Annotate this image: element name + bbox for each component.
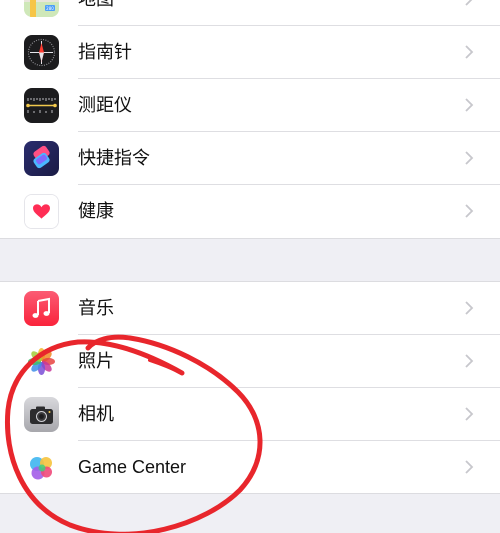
settings-row-game-center[interactable]: Game Center <box>0 441 500 494</box>
chevron-right-icon <box>462 458 476 476</box>
settings-row-label: 快捷指令 <box>78 148 150 168</box>
settings-row-label: 照片 <box>78 351 114 371</box>
settings-row-label: 地图 <box>78 0 114 11</box>
settings-row-label: 测距仪 <box>78 95 132 115</box>
settings-row-measure[interactable]: 测距仪 <box>0 79 500 132</box>
chevron-right-icon <box>462 405 476 423</box>
maps-icon: 280 <box>24 0 59 17</box>
photos-icon <box>24 344 59 379</box>
chevron-right-icon <box>462 0 476 8</box>
music-icon <box>24 291 59 326</box>
settings-row-label: 音乐 <box>78 298 114 318</box>
settings-group-apps-1: 280 地图 指南针 <box>0 0 500 239</box>
measure-icon <box>24 88 59 123</box>
settings-row-photos[interactable]: 照片 <box>0 335 500 388</box>
game-center-icon <box>24 450 59 485</box>
chevron-right-icon <box>462 352 476 370</box>
svg-text:280: 280 <box>46 6 54 11</box>
settings-group-apps-2: 音乐 照片 相机 Game Center <box>0 282 500 493</box>
settings-row-shortcuts[interactable]: 快捷指令 <box>0 132 500 185</box>
settings-row-label: 健康 <box>78 201 114 221</box>
camera-icon <box>24 397 59 432</box>
chevron-right-icon <box>462 96 476 114</box>
settings-row-maps[interactable]: 280 地图 <box>0 0 500 26</box>
settings-row-health[interactable]: 健康 <box>0 185 500 238</box>
settings-row-label: 相机 <box>78 404 114 424</box>
settings-row-music[interactable]: 音乐 <box>0 282 500 335</box>
settings-row-label: 指南针 <box>78 42 132 62</box>
settings-row-label: Game Center <box>78 457 187 477</box>
chevron-right-icon <box>462 43 476 61</box>
chevron-right-icon <box>462 299 476 317</box>
group-divider <box>0 493 500 494</box>
health-icon <box>24 194 59 229</box>
settings-row-compass[interactable]: 指南针 <box>0 26 500 79</box>
shortcuts-icon <box>24 141 59 176</box>
compass-icon <box>24 35 59 70</box>
chevron-right-icon <box>462 202 476 220</box>
settings-row-camera[interactable]: 相机 <box>0 388 500 441</box>
group-divider <box>0 238 500 239</box>
chevron-right-icon <box>462 149 476 167</box>
